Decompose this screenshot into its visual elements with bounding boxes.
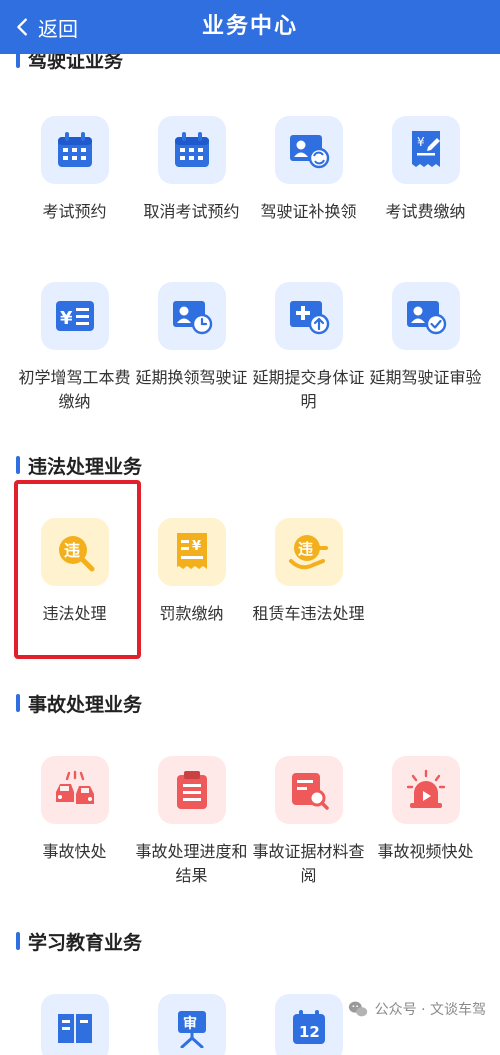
back-button[interactable]: 返回 [12, 0, 78, 54]
service-cancel-exam[interactable]: 取消考试预约 [133, 116, 250, 224]
service-fine-payment[interactable]: ¥ 罚款缴纳 [133, 518, 250, 626]
section-header: 违法处理业务 [16, 452, 142, 478]
svg-text:¥: ¥ [417, 135, 425, 149]
car-collision-icon [40, 756, 109, 824]
service-license-renew[interactable]: 驾驶证补换领 [250, 116, 367, 224]
license-clock-icon [157, 282, 226, 350]
section-header: 学习教育业务 [16, 928, 142, 954]
review-glyph: 审 [183, 1015, 197, 1032]
license-check-icon [391, 282, 460, 350]
section-title: 驾驶证业务 [28, 54, 124, 72]
section-header: 驾驶证业务 [16, 54, 123, 72]
section-title: 学习教育业务 [28, 931, 143, 954]
review-board-icon: 审 [157, 994, 226, 1055]
calendar-icon [40, 116, 109, 184]
service-label: 事故快处 [42, 842, 107, 861]
service-accident-progress[interactable]: 事故处理进度和结果 [133, 756, 250, 888]
service-label: 取消考试预约 [143, 202, 240, 221]
chevron-left-icon [17, 18, 27, 36]
section-marker [16, 694, 20, 712]
wechat-logo-icon [348, 1001, 367, 1017]
service-content[interactable]: 驾驶证业务 考试预约 取消考试预约 驾驶证补换领 ¥ 考试费缴纳 ¥ 初学增驾工… [0, 54, 500, 1055]
navbar: 返回 业务中心 [0, 0, 500, 54]
service-label: 驾驶证补换领 [260, 202, 357, 221]
section-title: 违法处理业务 [28, 455, 143, 478]
medical-upload-icon [274, 282, 343, 350]
twelve-glyph: 12 [299, 1023, 320, 1041]
license-renew-icon [274, 116, 343, 184]
service-label: 租赁车违法处理 [252, 604, 365, 623]
service-label: 考试预约 [42, 202, 107, 221]
service-education-book[interactable] [16, 994, 133, 1055]
alarm-video-icon [391, 756, 460, 824]
evidence-search-icon [274, 756, 343, 824]
service-delay-renew[interactable]: 延期换领驾驶证 [133, 282, 250, 390]
service-delay-medical[interactable]: 延期提交身体证明 [250, 282, 367, 414]
watermark: 公众号 · 文谈车驾 [347, 998, 486, 1020]
calendar-icon [157, 116, 226, 184]
service-label: 延期换领驾驶证 [135, 368, 248, 387]
section-marker [16, 54, 20, 68]
watermark-text: 公众号 · 文谈车驾 [374, 1002, 486, 1018]
section-header: 事故处理业务 [16, 690, 142, 716]
section-marker [16, 932, 20, 950]
rental-violation-icon: 违 [274, 518, 343, 586]
service-education-review[interactable]: 审 [133, 994, 250, 1055]
svg-text:¥: ¥ [60, 308, 73, 329]
section-marker [16, 456, 20, 474]
service-accident-video[interactable]: 事故视频快处 [367, 756, 484, 864]
book-icon [40, 994, 109, 1055]
svg-text:¥: ¥ [192, 539, 201, 554]
service-label: 延期驾驶证审验 [369, 368, 482, 387]
service-label: 初学增驾工本费缴纳 [18, 368, 131, 411]
section-title: 事故处理业务 [28, 693, 143, 716]
service-label: 事故视频快处 [377, 842, 474, 861]
fee-receipt-icon: ¥ [391, 116, 460, 184]
service-rental-violation[interactable]: 违 租赁车违法处理 [250, 518, 367, 626]
twelve-points-icon: 12 [274, 994, 343, 1055]
highlight-box [14, 480, 141, 659]
svg-text:违: 违 [298, 540, 313, 558]
service-accident-quick[interactable]: 事故快处 [16, 756, 133, 864]
service-delay-review[interactable]: 延期驾驶证审验 [367, 282, 484, 390]
service-exam-fee[interactable]: ¥ 考试费缴纳 [367, 116, 484, 224]
payment-list-icon: ¥ [40, 282, 109, 350]
clipboard-icon [157, 756, 226, 824]
service-label: 事故处理进度和结果 [135, 842, 248, 885]
service-label: 罚款缴纳 [159, 604, 224, 623]
service-label: 延期提交身体证明 [252, 368, 365, 411]
back-label: 返回 [38, 16, 78, 41]
service-learner-fee[interactable]: ¥ 初学增驾工本费缴纳 [16, 282, 133, 414]
fine-receipt-icon: ¥ [157, 518, 226, 586]
service-label: 事故证据材料查阅 [252, 842, 365, 885]
service-accident-evidence[interactable]: 事故证据材料查阅 [250, 756, 367, 888]
service-label: 考试费缴纳 [385, 202, 466, 221]
service-exam-booking[interactable]: 考试预约 [16, 116, 133, 224]
